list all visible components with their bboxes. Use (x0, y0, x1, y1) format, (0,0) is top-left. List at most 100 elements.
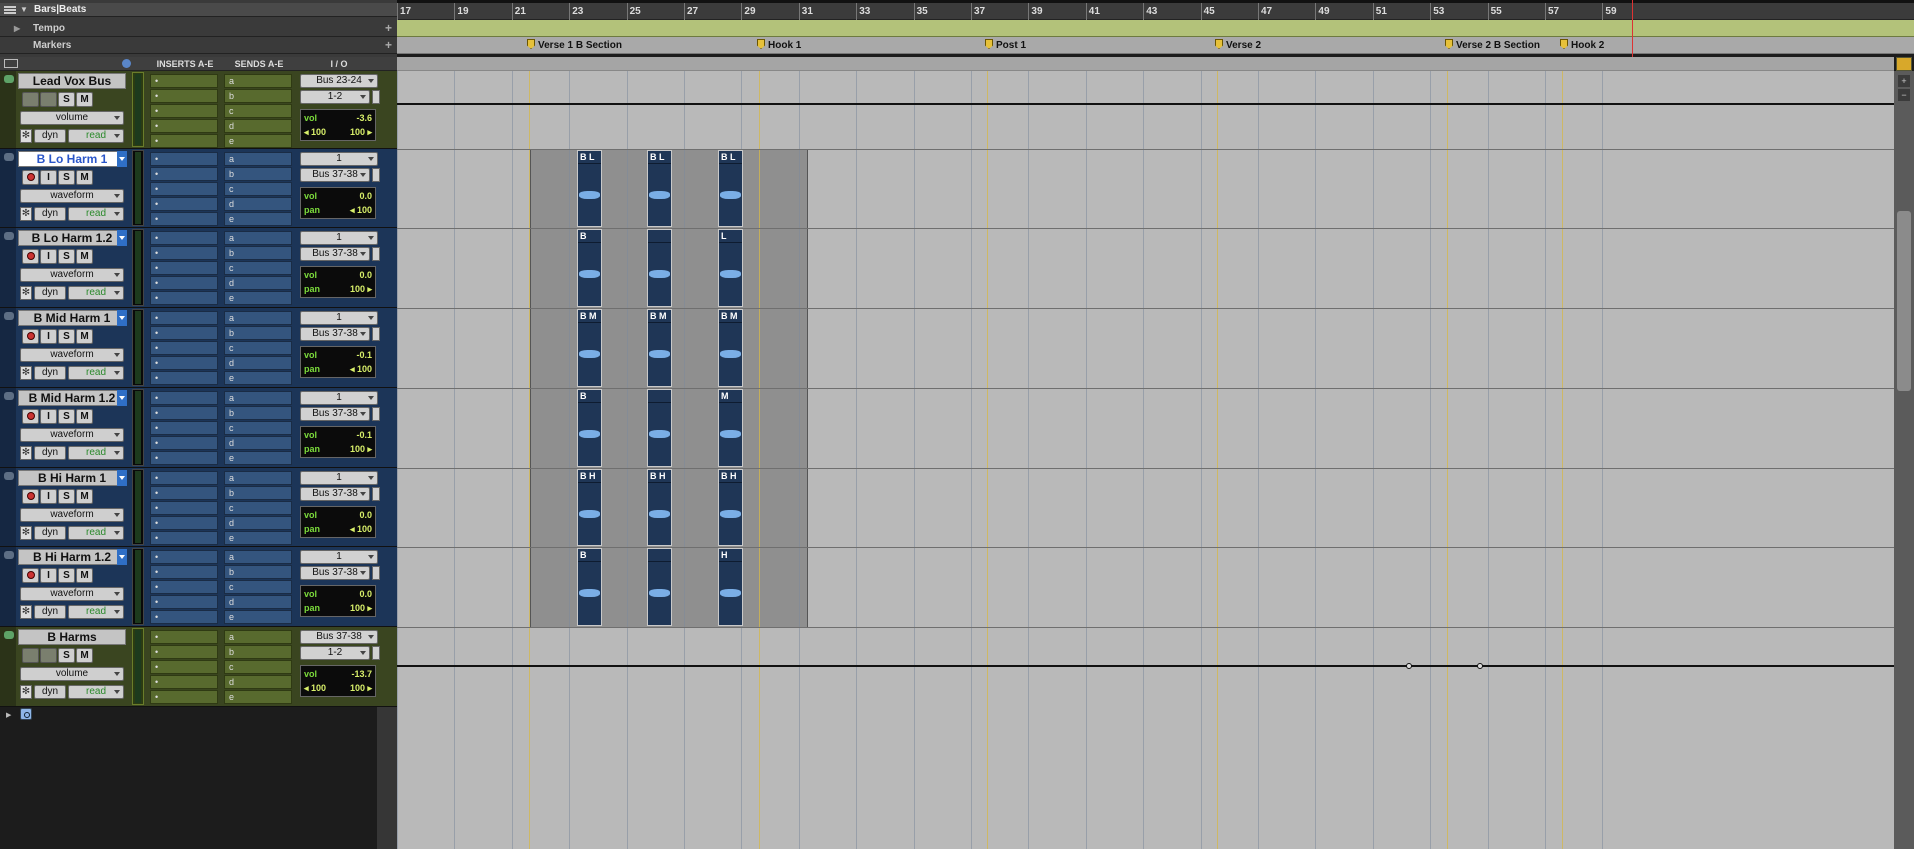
track-view-selector[interactable]: waveform (20, 428, 124, 442)
send-slot[interactable]: d (224, 197, 292, 211)
track-name-dropdown[interactable] (117, 470, 127, 486)
expand-icon[interactable]: ▶ (14, 20, 20, 37)
volume-automation-line[interactable] (397, 103, 1894, 105)
send-slot[interactable]: b (224, 326, 292, 340)
track-name[interactable]: B Mid Harm 1 (18, 310, 126, 326)
volume-automation-line[interactable] (397, 665, 1894, 667)
solo-button[interactable]: S (58, 648, 75, 663)
track-name[interactable]: B Harms (18, 629, 126, 645)
zoom-out-icon[interactable]: − (1898, 89, 1910, 101)
insert-slot[interactable]: • (150, 675, 218, 689)
insert-slot[interactable]: • (150, 167, 218, 181)
insert-slot[interactable]: • (150, 436, 218, 450)
track-collapse-icon[interactable] (4, 153, 14, 161)
mute-button[interactable]: M (76, 409, 93, 424)
vertical-scrollbar[interactable]: + − (1894, 71, 1914, 849)
markers-ruler-label[interactable]: Markers + (0, 37, 397, 54)
track-name-dropdown[interactable] (117, 310, 127, 326)
automation-mode-selector[interactable]: read (68, 129, 124, 143)
marker[interactable]: Hook 1 (757, 39, 801, 52)
track-header[interactable]: B Hi Harm 1ISMwaveform✻dynread▶•a•b•c•d•… (0, 468, 397, 561)
insert-slot[interactable]: • (150, 610, 218, 624)
dyn-button[interactable]: dyn (34, 685, 66, 699)
automation-breakpoint[interactable] (1477, 663, 1483, 669)
insert-slot[interactable]: • (150, 451, 218, 465)
insert-slot[interactable]: • (150, 486, 218, 500)
send-slot[interactable]: e (224, 610, 292, 624)
output-arrow[interactable] (372, 646, 380, 660)
track-collapse-icon[interactable] (4, 472, 14, 480)
markers-ruler[interactable]: Verse 1 B Section Hook 1 Post 1 Verse 2 Vers… (397, 37, 1914, 54)
send-slot[interactable]: d (224, 436, 292, 450)
solo-button[interactable]: S (58, 489, 75, 504)
insert-slot[interactable]: • (150, 326, 218, 340)
mute-button[interactable]: M (76, 92, 93, 107)
insert-slot[interactable]: • (150, 311, 218, 325)
output-selector[interactable]: Bus 37-38 (300, 407, 370, 421)
scroll-thumb[interactable] (1897, 211, 1911, 391)
automation-icon[interactable]: ✻ (20, 605, 32, 619)
solo-button[interactable]: S (58, 249, 75, 264)
audio-clip[interactable]: B H (577, 469, 602, 546)
input-selector[interactable]: 1 (300, 550, 378, 564)
send-slot[interactable]: e (224, 451, 292, 465)
dyn-button[interactable]: dyn (34, 605, 66, 619)
expand-lanes-icon[interactable]: ▶ (6, 711, 11, 719)
mute-button[interactable]: M (76, 648, 93, 663)
insert-slot[interactable]: • (150, 391, 218, 405)
audio-clip[interactable]: B (577, 548, 602, 626)
insert-slot[interactable]: • (150, 276, 218, 290)
automation-icon[interactable]: ✻ (20, 129, 32, 143)
insert-slot[interactable]: • (150, 371, 218, 385)
input-selector[interactable]: 1 (300, 311, 378, 325)
send-slot[interactable]: a (224, 630, 292, 644)
volume-pan-display[interactable]: vol -0.1 pan ◂ 100 (300, 346, 376, 378)
send-slot[interactable]: d (224, 675, 292, 689)
output-selector[interactable]: Bus 37-38 (300, 487, 370, 501)
input-selector[interactable]: Bus 23-24 (300, 74, 378, 88)
send-slot[interactable]: c (224, 421, 292, 435)
track-name-dropdown[interactable] (117, 390, 127, 406)
track-view-selector[interactable]: waveform (20, 268, 124, 282)
input-selector[interactable]: Bus 37-38 (300, 630, 378, 644)
automation-mode-selector[interactable]: read (68, 366, 124, 380)
record-button[interactable] (22, 249, 39, 264)
send-slot[interactable]: a (224, 74, 292, 88)
send-slot[interactable]: e (224, 690, 292, 704)
track-header[interactable]: B Mid Harm 1ISMwaveform✻dynread▶•a•b•c•d… (0, 308, 397, 401)
track-name[interactable]: B Hi Harm 1 (18, 470, 126, 486)
input-selector[interactable]: 1 (300, 471, 378, 485)
automation-mode-selector[interactable]: read (68, 526, 124, 540)
solo-button[interactable]: S (58, 329, 75, 344)
insert-slot[interactable]: • (150, 516, 218, 530)
insert-slot[interactable]: • (150, 630, 218, 644)
insert-slot[interactable]: • (150, 356, 218, 370)
zoom-in-icon[interactable]: + (1898, 75, 1910, 87)
track-header[interactable]: B Harms S Mvolume ✻ dyn read ▶ • a • b • c • d • e Bus 37… (0, 627, 397, 720)
track-list-icon[interactable] (4, 59, 18, 68)
audio-clip[interactable]: B M (718, 309, 743, 387)
output-arrow[interactable] (372, 487, 380, 501)
mute-button[interactable]: M (76, 489, 93, 504)
audio-clip[interactable]: H (718, 548, 743, 626)
insert-slot[interactable]: • (150, 565, 218, 579)
output-arrow[interactable] (372, 247, 380, 261)
send-slot[interactable]: c (224, 341, 292, 355)
bars-beats-ruler[interactable]: 17 19 21 23 25 27 29 31 33 35 37 39 41 43 45 47 49 51 53 55… (397, 3, 1914, 20)
insert-slot[interactable]: • (150, 74, 218, 88)
send-slot[interactable]: b (224, 89, 292, 103)
mute-button[interactable]: M (76, 568, 93, 583)
insert-slot[interactable]: • (150, 501, 218, 515)
output-arrow[interactable] (372, 566, 380, 580)
automation-mode-selector[interactable]: read (68, 286, 124, 300)
output-arrow[interactable] (372, 327, 380, 341)
track-view-selector[interactable]: volume (20, 667, 124, 681)
automation-icon[interactable]: ✻ (20, 685, 32, 699)
track-name[interactable]: Lead Vox Bus (18, 73, 126, 89)
send-slot[interactable]: d (224, 119, 292, 133)
volume-pan-display[interactable]: vol 0.0 pan ◂ 100 (300, 506, 376, 538)
track-view-selector[interactable]: waveform (20, 587, 124, 601)
insert-slot[interactable]: • (150, 690, 218, 704)
send-slot[interactable]: b (224, 406, 292, 420)
track-view-selector[interactable]: waveform (20, 508, 124, 522)
